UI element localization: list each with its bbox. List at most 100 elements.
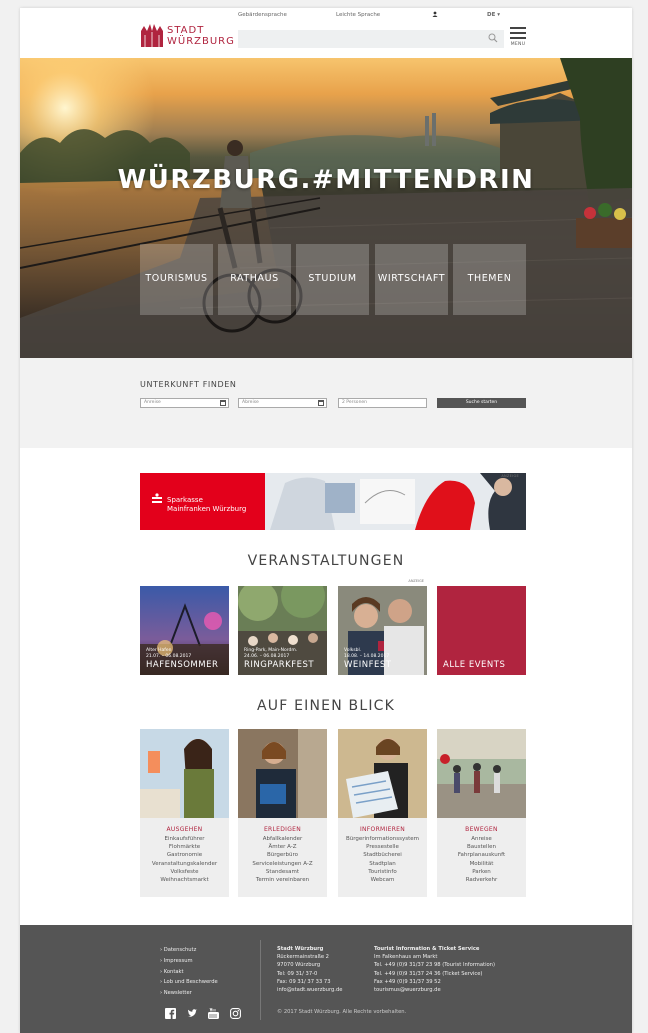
list-item[interactable]: Veranstaltungskalender bbox=[140, 860, 229, 868]
footer-tourist-title: Tourist Information & Ticket Service bbox=[374, 946, 480, 952]
ad-brand-panel: Sparkasse Mainfranken Würzburg bbox=[140, 473, 265, 530]
footer-tourist-email-link[interactable]: tourismus@wuerzburg.de bbox=[374, 986, 495, 994]
list-item[interactable]: Abfallkalender bbox=[238, 835, 327, 843]
search-input[interactable] bbox=[238, 30, 504, 48]
sparkasse-ad[interactable]: Sparkasse Mainfranken Würzburg ANZEIGE bbox=[140, 473, 526, 530]
list-item[interactable]: Ämter A-Z bbox=[238, 843, 327, 851]
footer-address: Stadt Würzburg Rückermainstraße 2 97070 … bbox=[277, 945, 342, 994]
footer-email-link[interactable]: info@stadt.wuerzburg.de bbox=[277, 986, 342, 994]
menu-label: MENU bbox=[510, 42, 526, 47]
all-events-card[interactable]: ALLE EVENTS bbox=[437, 586, 526, 675]
tile-themen[interactable]: THEMEN bbox=[453, 244, 526, 315]
footer-link-imprint[interactable]: › Impressum bbox=[160, 956, 218, 967]
overview-title[interactable]: AUSGEHEN bbox=[140, 826, 229, 833]
overview-image bbox=[238, 729, 327, 818]
arrival-field[interactable]: Anreise bbox=[140, 398, 229, 408]
ad-photo bbox=[265, 473, 526, 530]
event-ad-badge: ANZEIGE bbox=[408, 579, 424, 583]
list-item[interactable]: Standesamt bbox=[238, 868, 327, 876]
twitter-icon[interactable] bbox=[187, 1008, 198, 1019]
event-title: HAFENSOMMER bbox=[146, 660, 219, 670]
list-item[interactable]: Termin vereinbaren bbox=[238, 876, 327, 884]
list-item[interactable]: Mobilität bbox=[437, 860, 526, 868]
list-item[interactable]: Weihnachtsmarkt bbox=[140, 876, 229, 884]
list-item[interactable]: Stadtplan bbox=[338, 860, 427, 868]
footer-link-privacy[interactable]: › Datenschutz bbox=[160, 945, 218, 956]
event-date: 18.08. – 14.08.2017 bbox=[344, 654, 390, 659]
list-item[interactable]: Webcam bbox=[338, 876, 427, 884]
list-item[interactable]: Touristinfo bbox=[338, 868, 427, 876]
event-location: Alter Hafen bbox=[146, 648, 172, 653]
list-item[interactable]: Anreise bbox=[437, 835, 526, 843]
tile-rathaus[interactable]: RATHAUS bbox=[218, 244, 291, 315]
list-item[interactable]: Baustellen bbox=[437, 843, 526, 851]
arrival-placeholder: Anreise bbox=[144, 400, 161, 405]
departure-placeholder: Abreise bbox=[242, 400, 259, 405]
footer: › Datenschutz › Impressum › Kontakt › Lo… bbox=[20, 925, 632, 1033]
footer-address-line: 97070 Würzburg bbox=[277, 962, 321, 969]
search-submit-button[interactable]: Suche starten bbox=[437, 398, 526, 408]
user-icon[interactable] bbox=[432, 11, 438, 19]
all-events-label: ALLE EVENTS bbox=[443, 660, 506, 670]
event-date: 21.07. – 06.08.2017 bbox=[146, 654, 192, 659]
overview-list: Anreise Baustellen Fahrplanauskunft Mobi… bbox=[437, 835, 526, 884]
overview-heading: AUF EINEN BLICK bbox=[256, 698, 396, 714]
list-item[interactable]: Radverkehr bbox=[437, 876, 526, 884]
persons-field[interactable]: 2 Personen bbox=[338, 398, 427, 408]
events-heading: VERANSTALTUNGEN bbox=[247, 553, 405, 569]
footer-tourist-line: Tel. +49 (0)9 31/37 24 36 (Ticket Servic… bbox=[374, 970, 483, 977]
booking-title: UNTERKUNFT FINDEN bbox=[140, 380, 237, 389]
overview-block-erledigen: ERLEDIGEN Abfallkalender Ämter A-Z Bürge… bbox=[238, 729, 327, 897]
overview-list: Abfallkalender Ämter A-Z Bürgerbüro Serv… bbox=[238, 835, 327, 884]
calendar-icon[interactable] bbox=[220, 400, 226, 406]
footer-link-feedback[interactable]: › Lob und Beschwerde bbox=[160, 977, 218, 988]
list-item[interactable]: Einkaufsführer bbox=[140, 835, 229, 843]
list-item[interactable]: Fahrplanauskunft bbox=[437, 851, 526, 859]
link-sign-language[interactable]: Gebärdensprache bbox=[238, 12, 287, 18]
calendar-icon[interactable] bbox=[318, 400, 324, 406]
list-item[interactable]: Serviceleistungen A-Z bbox=[238, 860, 327, 868]
event-card-ringparkfest[interactable]: Ring-Park, Main-Nordm. 24.06. – 06.08.20… bbox=[238, 586, 327, 675]
footer-link-contact[interactable]: › Kontakt bbox=[160, 967, 218, 978]
footer-tourist-line: Tel. +49 (0)9 31/37 23 98 (Tourist Infor… bbox=[374, 962, 495, 969]
footer-address-line: Rückermainstraße 2 bbox=[277, 954, 329, 961]
overview-block-bewegen: BEWEGEN Anreise Baustellen Fahrplanausku… bbox=[437, 729, 526, 897]
tile-studium[interactable]: STUDIUM bbox=[296, 244, 369, 315]
event-title: WEINFEST bbox=[344, 660, 392, 670]
tile-tourismus[interactable]: TOURISMUS bbox=[140, 244, 213, 315]
list-item[interactable]: Parken bbox=[437, 868, 526, 876]
facebook-icon[interactable] bbox=[165, 1008, 176, 1019]
list-item[interactable]: Volksfeste bbox=[140, 868, 229, 876]
overview-title[interactable]: ERLEDIGEN bbox=[238, 826, 327, 833]
departure-field[interactable]: Abreise bbox=[238, 398, 327, 408]
list-item[interactable]: Bürgerbüro bbox=[238, 851, 327, 859]
overview-title[interactable]: BEWEGEN bbox=[437, 826, 526, 833]
overview-title[interactable]: INFORMIEREN bbox=[338, 826, 427, 833]
link-easy-language[interactable]: Leichte Sprache bbox=[336, 12, 380, 18]
event-card-weinfest[interactable]: ANZEIGE Volksbl. 18.08. – 14.08.2017 WEI… bbox=[338, 579, 427, 675]
search-icon[interactable] bbox=[488, 33, 498, 43]
overview-list: Bürgerinformationssystem Pressestelle St… bbox=[338, 835, 427, 884]
list-item[interactable]: Pressestelle bbox=[338, 843, 427, 851]
overview-list: Einkaufsführer Flohmärkte Gastronomie Ve… bbox=[140, 835, 229, 884]
language-select[interactable]: DE ▾ bbox=[487, 12, 500, 18]
event-date: 24.06. – 06.08.2017 bbox=[244, 654, 290, 659]
sparkasse-logo-icon bbox=[152, 493, 162, 503]
list-item[interactable]: Stadtbücherei bbox=[338, 851, 427, 859]
footer-tourist-info: Tourist Information & Ticket Service Im … bbox=[374, 945, 495, 994]
overview-image bbox=[437, 729, 526, 818]
footer-address-line: Fax: 09 31/ 37 33 73 bbox=[277, 978, 331, 985]
list-item[interactable]: Gastronomie bbox=[140, 851, 229, 859]
instagram-icon[interactable] bbox=[230, 1008, 241, 1019]
footer-link-newsletter[interactable]: › Newsletter bbox=[160, 988, 218, 999]
footer-address-title: Stadt Würzburg bbox=[277, 946, 324, 952]
youtube-icon[interactable] bbox=[208, 1007, 220, 1019]
menu-button[interactable]: MENU bbox=[510, 27, 526, 51]
tile-wirtschaft[interactable]: WIRTSCHAFT bbox=[375, 244, 448, 315]
event-card-hafensommer[interactable]: Alter Hafen 21.07. – 06.08.2017 HAFENSOM… bbox=[140, 586, 229, 675]
hamburger-icon bbox=[510, 27, 526, 29]
logo[interactable]: STADT WÜRZBURG bbox=[140, 20, 235, 50]
list-item[interactable]: Bürgerinformationssystem bbox=[338, 835, 427, 843]
ad-brand-line2: Mainfranken Würzburg bbox=[167, 505, 247, 513]
list-item[interactable]: Flohmärkte bbox=[140, 843, 229, 851]
